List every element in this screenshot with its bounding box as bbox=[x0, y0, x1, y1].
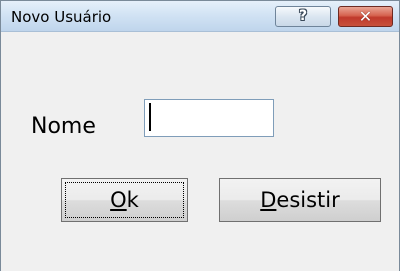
name-input[interactable] bbox=[144, 99, 274, 137]
close-button[interactable]: ✕ bbox=[338, 6, 393, 27]
help-icon: ? bbox=[298, 8, 308, 24]
help-button[interactable]: ? bbox=[275, 6, 331, 27]
title-bar[interactable]: Novo Usuário ? ✕ bbox=[1, 1, 399, 32]
ok-mnemonic: O bbox=[110, 188, 127, 212]
name-label: Nome bbox=[31, 114, 96, 139]
close-icon: ✕ bbox=[358, 7, 373, 26]
dialog-window: Novo Usuário ? ✕ Nome Ok Desistir bbox=[0, 0, 400, 271]
window-title: Novo Usuário bbox=[11, 8, 112, 26]
ok-label: k bbox=[126, 188, 139, 212]
cancel-mnemonic: D bbox=[260, 188, 277, 212]
dialog-content: Nome Ok Desistir bbox=[1, 32, 399, 272]
text-caret bbox=[149, 103, 151, 131]
cancel-button[interactable]: Desistir bbox=[219, 178, 381, 222]
cancel-label: esistir bbox=[276, 188, 340, 212]
ok-button[interactable]: Ok bbox=[61, 178, 188, 222]
